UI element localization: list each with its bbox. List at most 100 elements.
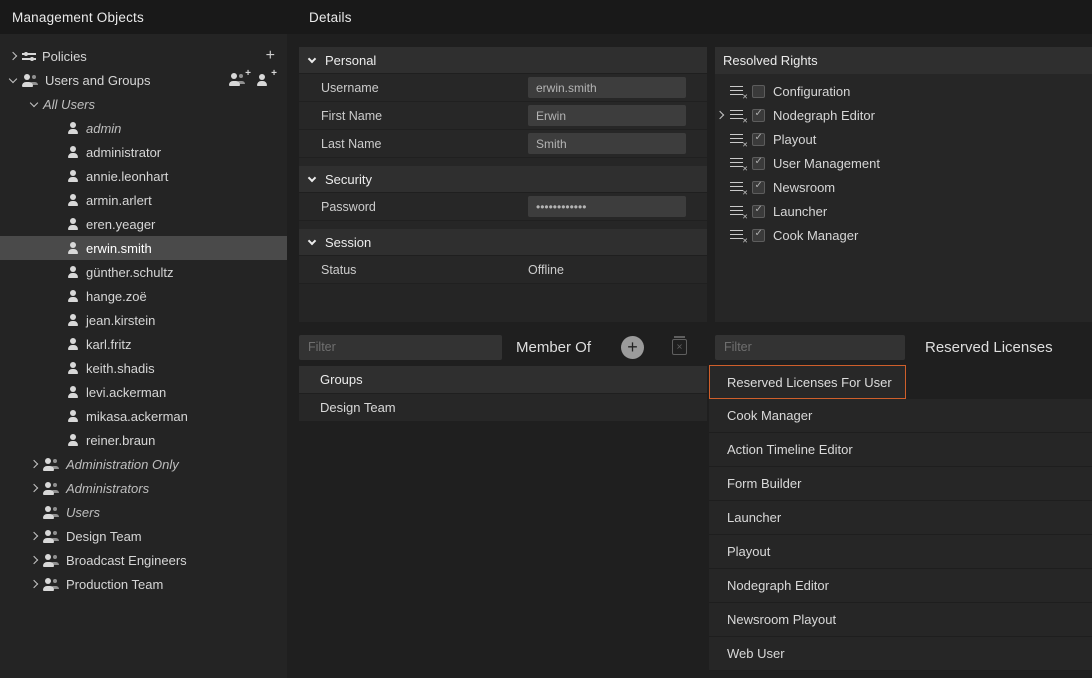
- group-icon: [43, 506, 60, 519]
- sidebar-item-production-team[interactable]: Production Team: [0, 572, 287, 596]
- app-window: Management Objects Policies + Users and …: [0, 0, 1092, 678]
- member-of-toolbar: Member Of +: [299, 334, 707, 360]
- sidebar-item-user-administrator[interactable]: administrator: [0, 140, 287, 164]
- group-icon: [43, 554, 60, 567]
- add-group-button[interactable]: +: [229, 73, 249, 87]
- sidebar-item-policies[interactable]: Policies +: [0, 44, 287, 68]
- rights-icon: [730, 157, 744, 169]
- tree-item-label: All Users: [43, 97, 95, 112]
- right-item-cook-manager[interactable]: Cook Manager: [715, 223, 1092, 247]
- section-label: Personal: [325, 53, 376, 68]
- status-value: Offline: [528, 263, 564, 277]
- chevron-right-icon[interactable]: [30, 580, 38, 588]
- license-row-nodegraph-editor[interactable]: Nodegraph Editor: [709, 569, 1092, 603]
- license-label: Action Timeline Editor: [727, 442, 853, 457]
- chevron-right-icon[interactable]: [30, 556, 38, 564]
- rights-icon: [730, 229, 744, 241]
- reserved-licenses-for-user-tab[interactable]: Reserved Licenses For User: [709, 365, 906, 399]
- sidebar-item-user-levi-ackerman[interactable]: levi.ackerman: [0, 380, 287, 404]
- chevron-right-icon[interactable]: [30, 460, 38, 468]
- right-item-launcher[interactable]: Launcher: [715, 199, 1092, 223]
- checkbox[interactable]: [752, 181, 765, 194]
- chevron-right-icon[interactable]: [716, 111, 724, 119]
- password-input[interactable]: [528, 196, 686, 217]
- license-label: Web User: [727, 646, 785, 661]
- sidebar-item-user-reiner-braun[interactable]: reiner.braun: [0, 428, 287, 452]
- tree-item-label: keith.shadis: [86, 361, 155, 376]
- person-icon: [66, 145, 80, 159]
- chevron-down-icon[interactable]: [30, 99, 38, 107]
- chevron-down-icon[interactable]: [9, 75, 17, 83]
- checkbox[interactable]: [752, 133, 765, 146]
- section-security[interactable]: Security: [299, 166, 707, 193]
- sidebar-item-user-armin-arlert[interactable]: armin.arlert: [0, 188, 287, 212]
- tree-item-label: reiner.braun: [86, 433, 155, 448]
- sidebar-item-broadcast-engineers[interactable]: Broadcast Engineers: [0, 548, 287, 572]
- sidebar-item-user-eren-yeager[interactable]: eren.yeager: [0, 212, 287, 236]
- license-row-form-builder[interactable]: Form Builder: [709, 467, 1092, 501]
- tree-item-label: jean.kirstein: [86, 313, 155, 328]
- right-item-nodegraph-editor[interactable]: Nodegraph Editor: [715, 103, 1092, 127]
- license-row-web-user[interactable]: Web User: [709, 637, 1092, 671]
- sidebar-item-user-karl-fritz[interactable]: karl.fritz: [0, 332, 287, 356]
- right-item-playout[interactable]: Playout: [715, 127, 1092, 151]
- person-icon: [66, 265, 80, 279]
- group-row-design-team[interactable]: Design Team: [299, 394, 707, 422]
- sidebar-header: Management Objects: [0, 0, 287, 34]
- add-membership-button[interactable]: +: [621, 336, 644, 359]
- first-name-input[interactable]: [528, 105, 686, 126]
- sidebar-item-all-users[interactable]: All Users: [0, 92, 287, 116]
- license-row-cook-manager[interactable]: Cook Manager: [709, 399, 1092, 433]
- sidebar-item-user-mikasa-ackerman[interactable]: mikasa.ackerman: [0, 404, 287, 428]
- license-row-launcher[interactable]: Launcher: [709, 501, 1092, 535]
- details-title: Details: [309, 10, 352, 25]
- right-item-user-management[interactable]: User Management: [715, 151, 1092, 175]
- sidebar-item-user-annie-leonhart[interactable]: annie.leonhart: [0, 164, 287, 188]
- right-item-configuration[interactable]: Configuration: [715, 79, 1092, 103]
- chevron-right-icon[interactable]: [30, 484, 38, 492]
- sidebar-item-administrators[interactable]: Administrators: [0, 476, 287, 500]
- sidebar-item-user-gunther-schultz[interactable]: günther.schultz: [0, 260, 287, 284]
- remove-membership-button[interactable]: [672, 339, 687, 355]
- sidebar-item-users[interactable]: Users: [0, 500, 287, 524]
- rights-icon: [730, 109, 744, 121]
- sidebar-item-user-keith-shadis[interactable]: keith.shadis: [0, 356, 287, 380]
- license-row-action-timeline-editor[interactable]: Action Timeline Editor: [709, 433, 1092, 467]
- chevron-right-icon[interactable]: [9, 52, 17, 60]
- person-icon: [66, 409, 80, 423]
- chevron-right-icon[interactable]: [30, 532, 38, 540]
- sidebar-item-user-admin[interactable]: admin: [0, 116, 287, 140]
- licenses-toolbar: Reserved Licenses: [709, 334, 1092, 360]
- reserved-licenses-title: Reserved Licenses: [925, 339, 1053, 356]
- right-item-newsroom[interactable]: Newsroom: [715, 175, 1092, 199]
- license-row-newsroom-playout[interactable]: Newsroom Playout: [709, 603, 1092, 637]
- objects-tree: Policies + Users and Groups + + All User…: [0, 34, 287, 678]
- resolved-rights-title: Resolved Rights: [723, 53, 818, 68]
- sidebar-item-user-erwin-smith[interactable]: erwin.smith: [0, 236, 287, 260]
- section-personal[interactable]: Personal: [299, 47, 707, 74]
- license-row-playout[interactable]: Playout: [709, 535, 1092, 569]
- sidebar-item-users-and-groups[interactable]: Users and Groups + +: [0, 68, 287, 92]
- checkbox[interactable]: [752, 229, 765, 242]
- licenses-filter-input[interactable]: [715, 335, 905, 360]
- checkbox[interactable]: [752, 205, 765, 218]
- chevron-down-icon: [308, 237, 316, 245]
- last-name-input[interactable]: [528, 133, 686, 154]
- plus-icon: +: [271, 68, 277, 79]
- sidebar-item-administration-only[interactable]: Administration Only: [0, 452, 287, 476]
- field-row-status: Status Offline: [299, 256, 707, 284]
- checkbox[interactable]: [752, 109, 765, 122]
- tree-item-label: Design Team: [66, 529, 142, 544]
- person-icon: [66, 433, 80, 447]
- sidebar-item-user-jean-kirstein[interactable]: jean.kirstein: [0, 308, 287, 332]
- section-session[interactable]: Session: [299, 229, 707, 256]
- checkbox[interactable]: [752, 85, 765, 98]
- checkbox[interactable]: [752, 157, 765, 170]
- add-policy-button[interactable]: +: [266, 48, 275, 64]
- add-user-button[interactable]: +: [255, 73, 275, 87]
- sidebar-item-design-team[interactable]: Design Team: [0, 524, 287, 548]
- person-icon: [66, 193, 80, 207]
- groups-filter-input[interactable]: [299, 335, 502, 360]
- username-input[interactable]: [528, 77, 686, 98]
- sidebar-item-user-hange-zoe[interactable]: hange.zoë: [0, 284, 287, 308]
